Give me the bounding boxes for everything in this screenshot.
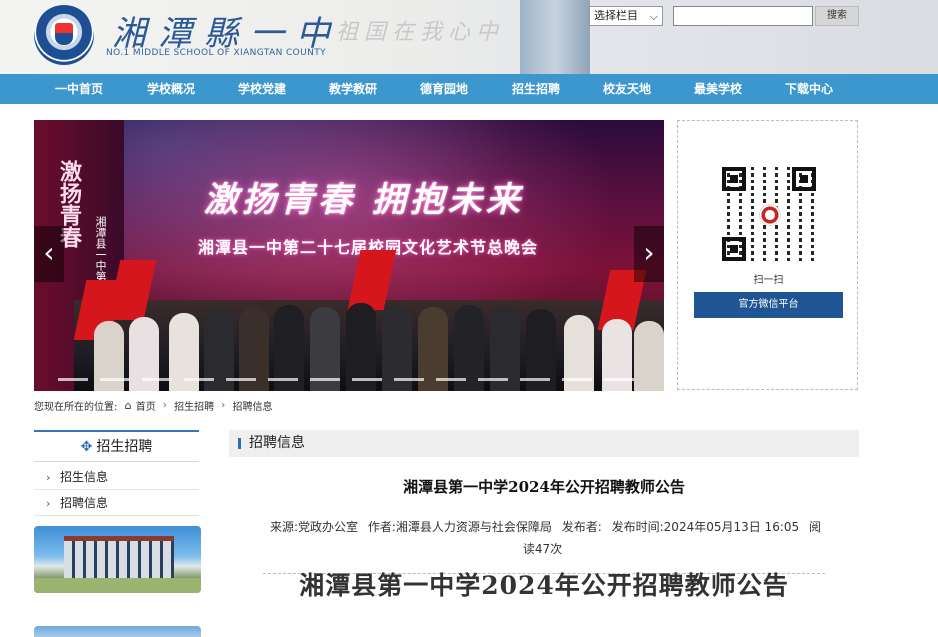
sidebar-item-admission-info[interactable]: › 招生信息 — [34, 464, 199, 490]
banner-dot[interactable] — [184, 378, 214, 381]
banner-dot[interactable] — [352, 378, 382, 381]
campus-photo-2[interactable] — [34, 626, 201, 637]
banner-carousel[interactable]: 激扬青春 湘潭县一中第二十七届 激扬青春 拥抱未来 湘潭县一中第二十七届校园文化… — [34, 120, 664, 391]
banner-dot[interactable] — [100, 378, 130, 381]
breadcrumb-prefix: 您现在所在的位置: — [34, 402, 118, 413]
article-source: 来源:党政办公室 — [270, 520, 359, 534]
nav-item-moral[interactable]: 德育园地 — [404, 74, 484, 104]
chevron-right-icon: › — [46, 471, 51, 484]
school-name-en: NO.1 MIDDLE SCHOOL OF XIANGTAN COUNTY — [106, 48, 327, 58]
article-author: 作者:湘潭县人力资源与社会保障局 — [367, 520, 552, 534]
header-slogan: 祖国在我心中 — [336, 20, 505, 45]
banner-dot[interactable] — [142, 378, 172, 381]
banner-title: 激扬青春 拥抱未来 — [204, 180, 524, 220]
header-building-photo — [520, 0, 590, 74]
content-section-header: 招聘信息 — [229, 430, 859, 457]
campus-photo[interactable] — [34, 526, 201, 593]
sidebar-title-label: 招生招聘 — [96, 439, 153, 455]
sidebar-item-label: 招生信息 — [60, 470, 109, 484]
nav-item-admissions[interactable]: 招生招聘 — [496, 74, 576, 104]
banner-dot[interactable] — [226, 378, 256, 381]
nav-item-beautiful-school[interactable]: 最美学校 — [678, 74, 758, 104]
banner-prev-button[interactable]: ‹ — [34, 226, 64, 282]
banner-dot[interactable] — [520, 378, 550, 381]
nav-item-about[interactable]: 学校概况 — [131, 74, 211, 104]
search-category-value: 选择栏目 — [594, 9, 638, 22]
banner-pagination — [48, 378, 658, 382]
breadcrumb-admissions-link[interactable]: 招生招聘 — [174, 398, 214, 413]
sidebar-item-recruitment-info[interactable]: › 招聘信息 — [34, 490, 199, 516]
move-cross-icon: ✥ — [80, 439, 93, 455]
official-wechat-button[interactable]: 官方微信平台 — [694, 292, 843, 318]
search-input[interactable] — [673, 6, 813, 26]
chevron-right-icon: › — [162, 400, 167, 411]
main-nav: 一中首页 学校概况 学校党建 教学教研 德育园地 招生招聘 校友天地 最美学校 … — [0, 74, 938, 104]
chevron-down-icon: ⌵ — [649, 10, 658, 23]
article-body-heading: 湘潭县第一中学2024年公开招聘教师公告 — [299, 571, 789, 600]
banner-dot[interactable] — [436, 378, 466, 381]
article-publish-time: 发布时间:2024年05月13日 16:05 — [611, 520, 800, 534]
banner-dot[interactable] — [562, 378, 592, 381]
breadcrumb-home-link[interactable]: 首页 — [136, 398, 156, 413]
breadcrumb: 您现在所在的位置: ⌂ 首页 › 招生招聘 › 招聘信息 — [34, 398, 272, 413]
breadcrumb-current[interactable]: 招聘信息 — [232, 398, 272, 413]
article-title: 湘潭县第一中学2024年公开招聘教师公告 — [403, 478, 685, 496]
nav-item-alumni[interactable]: 校友天地 — [587, 74, 667, 104]
wechat-qr-panel: 扫一扫 官方微信平台 — [677, 120, 858, 390]
banner-next-button[interactable]: › — [634, 226, 664, 282]
nav-item-home[interactable]: 一中首页 — [39, 74, 119, 104]
banner-dot[interactable] — [58, 378, 88, 381]
article-meta: 来源:党政办公室 作者:湘潭县人力资源与社会保障局 发布者: 发布时间:2024… — [264, 516, 824, 560]
sidebar-title: ✥ 招生招聘 — [34, 430, 199, 462]
search-button[interactable]: 搜索 — [815, 6, 859, 26]
wechat-qr-code — [722, 167, 816, 261]
sidebar-item-label: 招聘信息 — [60, 496, 109, 510]
nav-item-downloads[interactable]: 下载中心 — [769, 74, 849, 104]
chevron-right-icon: › — [221, 400, 226, 411]
banner-dot[interactable] — [478, 378, 508, 381]
site-header: 湘潭縣一中 NO.1 MIDDLE SCHOOL OF XIANGTAN COU… — [0, 0, 938, 74]
search-category-select[interactable]: 选择栏目 ⌵ — [589, 6, 663, 26]
nav-item-teaching[interactable]: 教学教研 — [313, 74, 393, 104]
home-icon: ⌂ — [124, 399, 132, 412]
banner-dot[interactable] — [268, 378, 298, 381]
content-section-title: 招聘信息 — [249, 435, 305, 451]
article-publisher: 发布者: — [561, 520, 602, 534]
qr-center-logo-icon — [759, 204, 781, 226]
chevron-right-icon: › — [46, 497, 51, 510]
banner-dot[interactable] — [394, 378, 424, 381]
school-emblem-logo[interactable] — [34, 5, 94, 65]
qr-caption: 扫一扫 — [753, 275, 784, 286]
banner-dot[interactable] — [310, 378, 340, 381]
banner-dot[interactable] — [604, 378, 634, 381]
nav-item-party[interactable]: 学校党建 — [222, 74, 302, 104]
